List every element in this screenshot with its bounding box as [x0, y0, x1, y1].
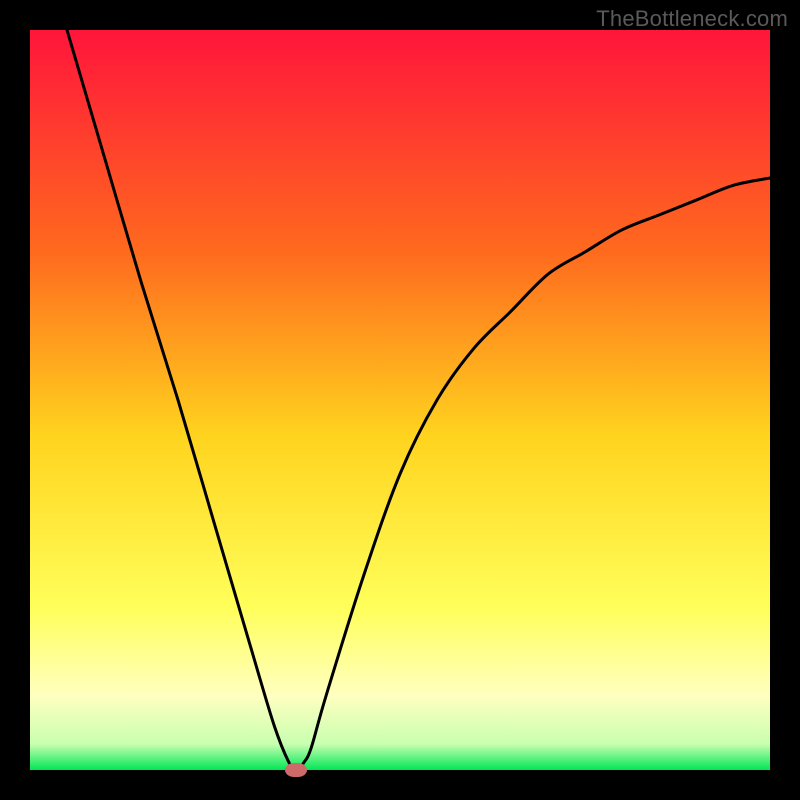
gradient-background — [30, 30, 770, 770]
watermark-text: TheBottleneck.com — [596, 6, 788, 32]
chart-svg — [30, 30, 770, 770]
chart-frame — [30, 30, 770, 770]
optimal-marker — [285, 763, 307, 777]
